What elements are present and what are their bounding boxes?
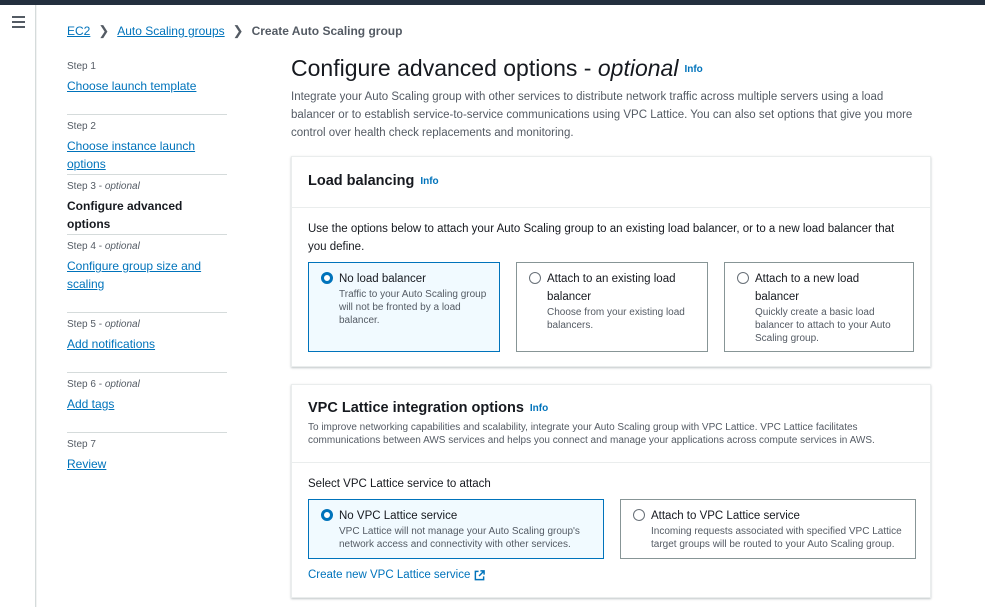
info-link[interactable]: Info: [420, 176, 438, 187]
step-number: Step 3 - optional: [67, 181, 140, 192]
vpc-lattice-options: No VPC Lattice service VPC Lattice will …: [308, 499, 916, 559]
menu-icon[interactable]: [12, 16, 25, 28]
step-link-add-tags[interactable]: Add tags: [67, 397, 114, 411]
option-description: Quickly create a basic load balancer to …: [755, 307, 891, 344]
chevron-right-icon: ❯: [98, 23, 110, 38]
panel-body: Use the options below to attach your Aut…: [292, 208, 930, 364]
radio-selected-icon[interactable]: [321, 509, 333, 521]
main-content: EC2 ❯ Auto Scaling groups ❯ Create Auto …: [37, 5, 985, 607]
load-balancing-panel: Load balancing Info Use the options below…: [291, 156, 931, 367]
step-link-choose-instance-launch-options[interactable]: Choose instance launch options: [67, 139, 195, 171]
radio-selected-icon[interactable]: [321, 272, 333, 284]
step-number: Step 6 - optional: [67, 379, 140, 390]
load-balancer-options: No load balancer Traffic to your Auto Sc…: [308, 262, 914, 352]
page-title: Configure advanced options - optional Inf…: [291, 55, 703, 81]
option-existing-load-balancer[interactable]: Attach to an existing load balancer Choo…: [516, 262, 708, 352]
step-current-configure-advanced-options: Configure advanced options: [67, 199, 183, 231]
create-vpc-lattice-link[interactable]: Create new VPC Lattice service: [308, 569, 914, 581]
option-attach-vpc-lattice[interactable]: Attach to VPC Lattice service Incoming r…: [620, 499, 916, 559]
wizard-step-6: Step 6 - optional Add tags: [67, 373, 227, 433]
option-label: Attach to an existing load balancer: [547, 273, 676, 303]
option-description: Choose from your existing load balancers…: [547, 307, 685, 331]
step-number: Step 7: [67, 439, 96, 450]
step-link-review[interactable]: Review: [67, 457, 106, 471]
wizard-step-1: Step 1 Choose launch template: [67, 55, 227, 115]
wizard-step-5: Step 5 - optional Add notifications: [67, 313, 227, 373]
breadcrumb-ec2[interactable]: EC2: [67, 24, 90, 38]
external-link-icon: [475, 569, 486, 580]
step-number: Step 1: [67, 61, 96, 72]
step-link-choose-launch-template[interactable]: Choose launch template: [67, 79, 196, 93]
option-no-load-balancer[interactable]: No load balancer Traffic to your Auto Sc…: [308, 262, 500, 352]
step-number: Step 2: [67, 121, 96, 132]
wizard-step-4: Step 4 - optional Configure group size a…: [67, 235, 227, 313]
radio-icon[interactable]: [529, 272, 541, 284]
breadcrumb: EC2 ❯ Auto Scaling groups ❯ Create Auto …: [67, 23, 402, 39]
step-link-add-notifications[interactable]: Add notifications: [67, 337, 155, 351]
step-number: Step 4 - optional: [67, 241, 140, 252]
panel-title: Load balancing: [308, 173, 415, 189]
breadcrumb-current: Create Auto Scaling group: [251, 24, 403, 38]
wizard-step-7: Step 7 Review: [67, 433, 227, 493]
select-lattice-label: Select VPC Lattice service to attach: [308, 478, 491, 490]
option-label: No load balancer: [339, 273, 426, 285]
side-navigation-rail: [0, 5, 36, 607]
wizard-step-3: Step 3 - optional Configure advanced opt…: [67, 175, 227, 235]
option-label: No VPC Lattice service: [339, 510, 458, 522]
step-number: Step 5 - optional: [67, 319, 140, 330]
info-link[interactable]: Info: [684, 64, 702, 75]
option-label: Attach to a new load balancer: [755, 273, 860, 303]
radio-icon[interactable]: [633, 509, 645, 521]
panel-body: Select VPC Lattice service to attach No …: [292, 463, 930, 593]
option-description: Traffic to your Auto Scaling group will …: [339, 289, 487, 326]
option-description: Incoming requests associated with specif…: [651, 526, 902, 550]
panel-title: VPC Lattice integration options: [308, 400, 524, 416]
breadcrumb-auto-scaling-groups[interactable]: Auto Scaling groups: [117, 24, 224, 38]
chevron-right-icon: ❯: [232, 23, 244, 38]
option-no-vpc-lattice[interactable]: No VPC Lattice service VPC Lattice will …: [308, 499, 604, 559]
option-new-load-balancer[interactable]: Attach to a new load balancer Quickly cr…: [724, 262, 914, 352]
info-link[interactable]: Info: [530, 403, 548, 414]
vpc-lattice-description: To improve networking capabilities and s…: [308, 422, 875, 446]
wizard-steps: Step 1 Choose launch template Step 2 Cho…: [67, 55, 227, 493]
link-label[interactable]: Create new VPC Lattice service: [308, 569, 470, 581]
load-balancer-instructions: Use the options below to attach your Aut…: [308, 223, 895, 253]
option-description: VPC Lattice will not manage your Auto Sc…: [339, 526, 580, 550]
page-description: Integrate your Auto Scaling group with o…: [291, 91, 913, 139]
wizard-step-2: Step 2 Choose instance launch options: [67, 115, 227, 175]
radio-icon[interactable]: [737, 272, 749, 284]
vpc-lattice-panel: VPC Lattice integration options Info To i…: [291, 384, 931, 598]
panel-header: Load balancing Info: [292, 157, 930, 208]
page-header: Configure advanced options - optional Inf…: [291, 55, 931, 142]
panel-header: VPC Lattice integration options Info To i…: [292, 385, 930, 463]
option-label: Attach to VPC Lattice service: [651, 510, 800, 522]
step-link-configure-group-size[interactable]: Configure group size and scaling: [67, 257, 202, 293]
